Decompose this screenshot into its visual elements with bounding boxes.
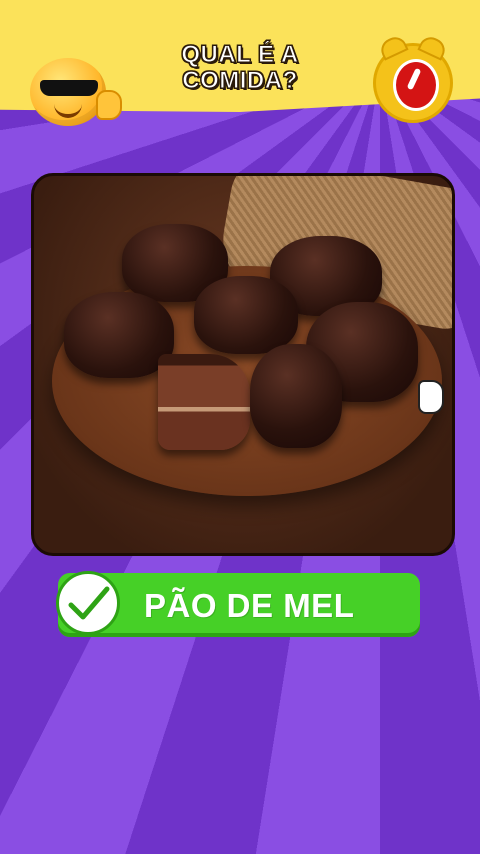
cartoon-glove-hand-icon xyxy=(418,380,444,414)
clock-face xyxy=(393,59,439,111)
chocolate-cake xyxy=(194,276,298,354)
chocolate-cake-cut xyxy=(158,354,250,450)
sunglasses xyxy=(40,80,98,96)
answer-banner: PÃO DE MEL xyxy=(56,571,420,637)
chocolate-cake-half xyxy=(250,344,342,448)
answer-label: PÃO DE MEL xyxy=(144,587,355,624)
check-mark-icon xyxy=(56,571,120,635)
food-photo xyxy=(31,173,455,556)
cool-sunglasses-emoji-icon xyxy=(30,58,122,126)
smile xyxy=(54,102,82,118)
check-mark-glyph xyxy=(68,586,110,620)
emoji-hand xyxy=(96,90,122,120)
alarm-clock-icon xyxy=(376,33,450,120)
quiz-title: QUAL É A COMIDA? xyxy=(181,41,299,94)
